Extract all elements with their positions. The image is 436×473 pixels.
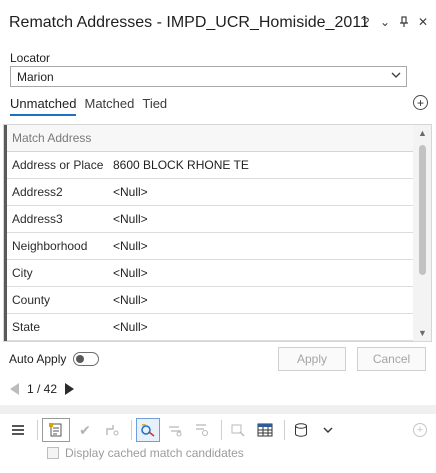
- checkmark-icon[interactable]: ✔: [73, 418, 97, 442]
- scrollbar-thumb[interactable]: [419, 145, 426, 275]
- match-address-grid: Match Address Address or Place 8600 BLOC…: [3, 124, 432, 342]
- add-icon[interactable]: +: [413, 423, 427, 437]
- close-icon[interactable]: ✕: [418, 15, 428, 29]
- chevron-down-icon: [391, 69, 401, 83]
- candidate-list-icon[interactable]: [42, 418, 70, 442]
- toolbar-separator: [221, 420, 222, 440]
- field-name: Address2: [12, 185, 63, 199]
- grid-header: Match Address: [7, 125, 414, 152]
- record-position: 1 / 42: [27, 382, 58, 396]
- auto-apply-label: Auto Apply: [9, 352, 67, 366]
- locator-value: Marion: [17, 70, 54, 84]
- table-row[interactable]: Address3 <Null>: [7, 206, 414, 233]
- table-row[interactable]: Address2 <Null>: [7, 179, 414, 206]
- field-value[interactable]: <Null>: [113, 185, 414, 199]
- toolbar-separator: [131, 420, 132, 440]
- title-bar: Rematch Addresses - IMPD_UCR_Homiside_20…: [0, 0, 436, 40]
- toggle-knob: [76, 355, 84, 363]
- route-icon[interactable]: [100, 418, 124, 442]
- menu-icon[interactable]: [6, 418, 30, 442]
- pin-icon[interactable]: [399, 15, 409, 29]
- field-name: Neighborhood: [12, 239, 88, 253]
- field-value[interactable]: <Null>: [113, 293, 414, 307]
- zoom-to-icon[interactable]: [190, 418, 214, 442]
- rematch-addresses-pane: Rematch Addresses - IMPD_UCR_Homiside_20…: [0, 0, 436, 473]
- field-value[interactable]: 8600 BLOCK RHONE TE: [113, 158, 414, 172]
- field-name: County: [12, 293, 51, 307]
- pan-to-icon[interactable]: [163, 418, 187, 442]
- scroll-down-icon[interactable]: ▼: [418, 328, 427, 338]
- record-pager: 1 / 42: [10, 382, 75, 396]
- field-value[interactable]: <Null>: [113, 212, 414, 226]
- field-name: State: [12, 320, 41, 334]
- toolbar-separator: [284, 420, 285, 440]
- pane-title: Rematch Addresses - IMPD_UCR_Homiside_20…: [9, 14, 369, 31]
- table-row[interactable]: Neighborhood <Null>: [7, 233, 414, 260]
- display-cached-label: Display cached match candidates: [65, 446, 244, 460]
- display-cached-checkbox[interactable]: [47, 447, 59, 459]
- vertical-scrollbar[interactable]: ▲ ▼: [413, 125, 431, 341]
- field-name: Address3: [12, 212, 63, 226]
- attribute-table-icon[interactable]: [253, 418, 277, 442]
- section-divider: [0, 405, 436, 414]
- tab-matched[interactable]: Matched: [84, 96, 134, 116]
- title-bar-icons: ? ⌄ ✕: [361, 15, 428, 29]
- chevron-down-icon[interactable]: [316, 418, 340, 442]
- help-icon[interactable]: ?: [361, 15, 371, 29]
- locator-dropdown[interactable]: Marion: [10, 66, 407, 87]
- next-record-icon[interactable]: [65, 383, 75, 395]
- auto-apply-toggle[interactable]: [73, 352, 99, 366]
- table-row[interactable]: State <Null>: [7, 314, 414, 341]
- pick-address-icon[interactable]: [136, 418, 160, 442]
- field-value[interactable]: <Null>: [113, 320, 414, 334]
- tab-tied[interactable]: Tied: [142, 96, 167, 116]
- display-cached-option[interactable]: Display cached match candidates: [47, 446, 244, 460]
- database-icon[interactable]: [289, 418, 313, 442]
- locator-label: Locator: [10, 51, 51, 65]
- add-icon[interactable]: +: [413, 95, 428, 110]
- field-name: Address or Place: [12, 158, 104, 172]
- grid-body: Match Address Address or Place 8600 BLOC…: [4, 125, 414, 341]
- field-name: City: [12, 266, 33, 280]
- flash-icon[interactable]: [226, 418, 250, 442]
- candidates-toolbar: ✔ +: [0, 414, 436, 446]
- match-tabs: Unmatched Matched Tied: [10, 96, 167, 116]
- chevron-down-icon[interactable]: ⌄: [380, 15, 390, 29]
- table-row[interactable]: Address or Place 8600 BLOCK RHONE TE: [7, 152, 414, 179]
- table-row[interactable]: City <Null>: [7, 260, 414, 287]
- field-value[interactable]: <Null>: [113, 266, 414, 280]
- scroll-up-icon[interactable]: ▲: [418, 128, 427, 138]
- field-value[interactable]: <Null>: [113, 239, 414, 253]
- apply-button[interactable]: Apply: [278, 347, 346, 371]
- previous-record-icon[interactable]: [10, 383, 19, 395]
- tab-unmatched[interactable]: Unmatched: [10, 96, 77, 116]
- table-row[interactable]: County <Null>: [7, 287, 414, 314]
- cancel-button[interactable]: Cancel: [357, 347, 426, 371]
- toolbar-separator: [37, 420, 38, 440]
